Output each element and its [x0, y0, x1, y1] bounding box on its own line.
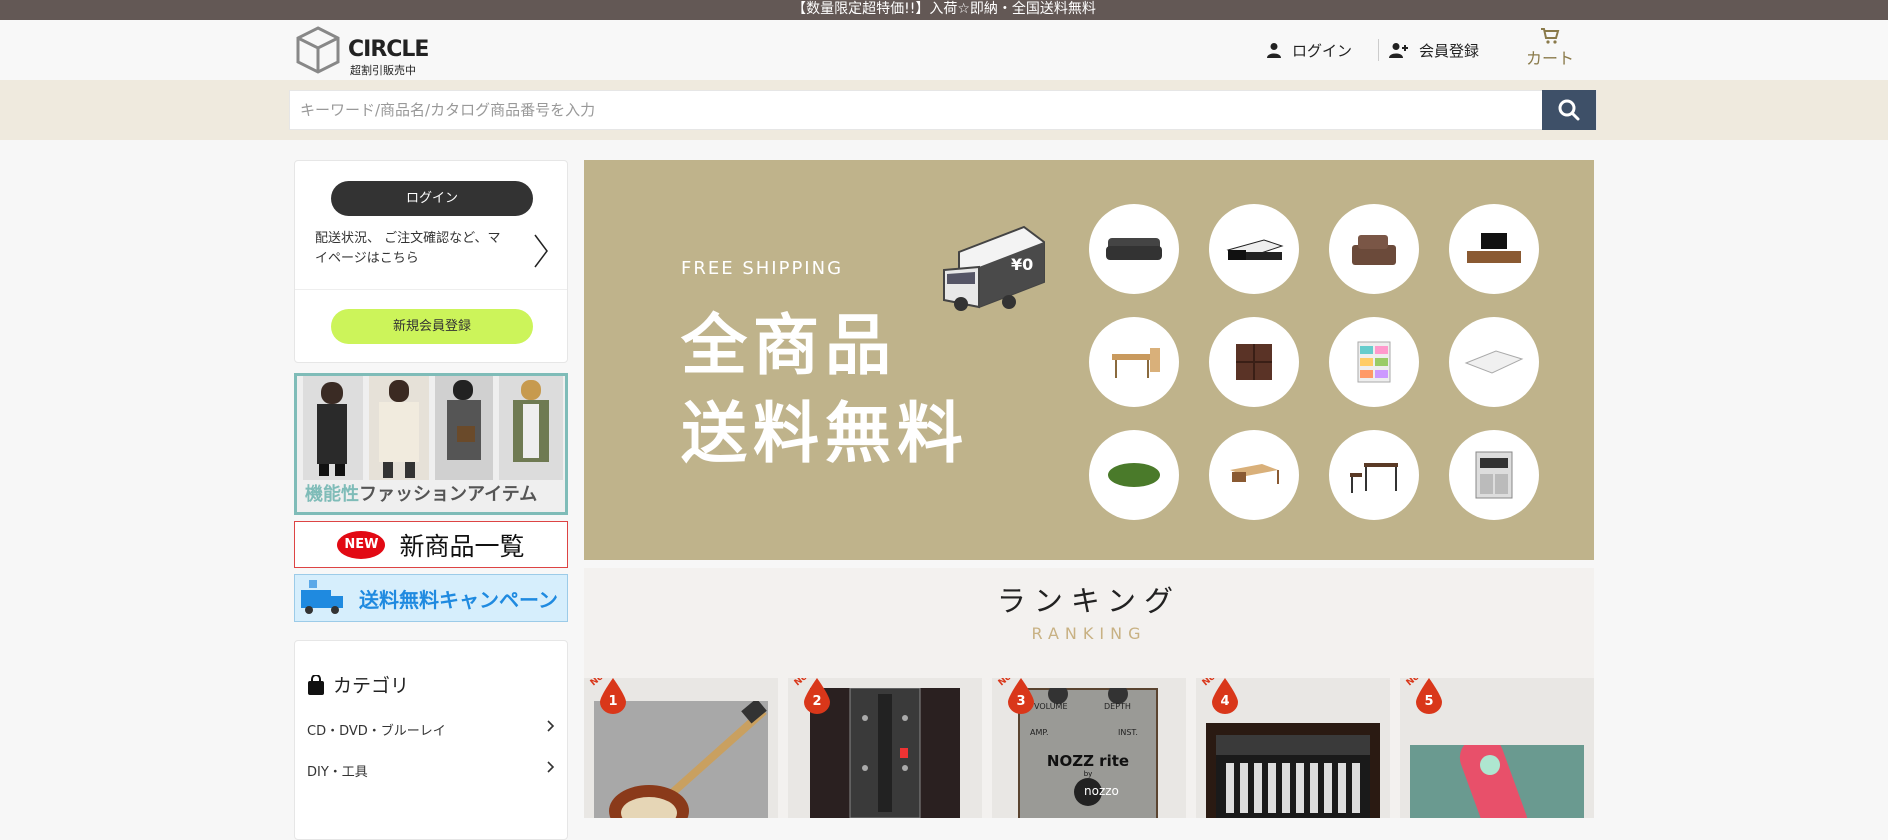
free-shipping-banner[interactable]: 送料無料キャンペーン — [294, 574, 568, 622]
ranking-card[interactable]: No. 2 — [788, 678, 982, 818]
pedal-name: NOZZ rite — [1046, 752, 1130, 770]
cart-icon — [1541, 28, 1560, 44]
ranking-subtitle: RANKING — [1031, 624, 1147, 643]
product-circle-sofa[interactable] — [1089, 204, 1179, 294]
pedal-label-depth: DEPTH — [1104, 702, 1131, 711]
cart-link[interactable]: カート — [1522, 28, 1578, 69]
low-table-image — [1230, 464, 1279, 484]
search-icon — [1558, 99, 1580, 121]
pedal-by: by — [1083, 770, 1093, 778]
cube-shelf-image — [1236, 344, 1272, 380]
hero-banner[interactable]: FREE SHIPPING 全商品 送料無料 ¥0 — [584, 160, 1594, 560]
search-form — [289, 90, 1597, 130]
ranking-card[interactable]: No. 4 — [1196, 678, 1390, 818]
logo-brand: CIRCLE — [348, 37, 429, 62]
announcement-bar: 【数量限定超特価!!】入荷☆即納・全国送料無料 — [0, 0, 1888, 20]
divider — [295, 289, 567, 290]
tv-stand-image — [1467, 233, 1521, 263]
user-plus-icon — [1389, 43, 1408, 58]
category-heading: カテゴリ — [307, 671, 555, 698]
rug-image — [1108, 463, 1160, 487]
rank-badge: No. 5 — [1405, 678, 1442, 726]
product-circle-cushion-set[interactable] — [1329, 204, 1419, 294]
category-item[interactable]: CD・DVD・ブルーレイ — [307, 720, 555, 739]
fashion-banner[interactable]: 機能性ファッションアイテム — [294, 373, 568, 515]
desk-set-image — [1350, 463, 1398, 493]
rank-badge: No. 3 — [997, 678, 1034, 726]
product-circle-tv-stand[interactable] — [1449, 204, 1539, 294]
fashion-photo-4 — [513, 380, 549, 462]
new-products-text: 新商品一覧 — [399, 531, 525, 561]
header-register-label: 会員登録 — [1419, 41, 1480, 60]
pedal-label-volume: VOLUME — [1034, 702, 1068, 711]
fashion-photo-3 — [447, 380, 481, 460]
rank-badge: No. 4 — [1201, 678, 1238, 726]
truck-sign: ¥0 — [1011, 255, 1033, 274]
hero-headline: 全商品 送料無料 — [681, 307, 969, 472]
kitchen-cabinet-image — [1475, 451, 1513, 499]
ranking-title: ランキング — [996, 584, 1182, 618]
ranking-card[interactable]: No. 1 — [584, 678, 778, 818]
color-drawer-image — [1357, 341, 1391, 383]
site-logo[interactable]: CIRCLE 超割引販売中 — [294, 26, 454, 77]
logo-tagline: 超割引販売中 — [350, 64, 416, 77]
header-login-label: ログイン — [1292, 41, 1353, 60]
new-badge: NEW — [337, 530, 386, 559]
category-item[interactable]: DIY・工具 — [307, 761, 555, 780]
mypage-link-text[interactable]: 配送状況、 ご注文確認など、マイページはこちら — [315, 229, 505, 269]
product-circle-bed[interactable] — [1209, 204, 1299, 294]
rank-badge: No. 1 — [589, 678, 626, 726]
delivery-truck-icon — [301, 580, 343, 614]
bed-image — [1226, 239, 1284, 260]
fashion-photo-1 — [317, 382, 347, 476]
sidebar: ログイン 配送状況、 ご注文確認など、マイページはこちら 新規会員登録 機能性フ… — [294, 160, 568, 840]
login-card: ログイン 配送状況、 ご注文確認など、マイページはこちら 新規会員登録 — [294, 160, 568, 363]
effects-pedal-image: VOLUME DEPTH AMP. INST. NOZZ rite by noz… — [1018, 688, 1158, 818]
free-shipping-text: 送料無料キャンペーン — [359, 587, 558, 612]
site-header: CIRCLE 超割引販売中 ログイン 会員登録 カート — [0, 20, 1888, 80]
header-register-link[interactable]: 会員登録 — [1378, 39, 1479, 61]
pedal-board-image — [810, 687, 960, 818]
cart-label: カート — [1525, 49, 1574, 68]
search-band — [0, 80, 1888, 140]
skateboard-image — [1410, 736, 1584, 818]
product-circle-low-table[interactable] — [1209, 430, 1299, 520]
product-circle-rug[interactable] — [1089, 430, 1179, 520]
pedal-brand: nozzo — [1084, 784, 1119, 798]
ranking-card[interactable]: VOLUME DEPTH AMP. INST. NOZZ rite by noz… — [992, 678, 1186, 818]
hero-kicker: FREE SHIPPING — [681, 258, 844, 279]
product-circle-desk-set[interactable] — [1329, 430, 1419, 520]
sidebar-login-button[interactable]: ログイン — [331, 181, 533, 216]
product-circle-mattress[interactable] — [1449, 317, 1539, 407]
pedal-label-amp: AMP. — [1030, 728, 1049, 737]
fashion-photo-2 — [379, 380, 419, 478]
mattress-image — [1464, 350, 1524, 374]
product-circle-kitchen-cabinet[interactable] — [1449, 430, 1539, 520]
pedal-label-inst: INST. — [1118, 728, 1138, 737]
accordion-image — [1206, 723, 1380, 818]
sidebar-register-button[interactable]: 新規会員登録 — [331, 309, 533, 344]
header-login-link[interactable]: ログイン — [1266, 20, 1352, 80]
chevron-right-icon — [547, 761, 555, 773]
ranking-section: ランキング RANKING No. 1 No. 2 VOLUME DEPTH A… — [584, 568, 1594, 818]
search-button[interactable] — [1542, 90, 1596, 130]
product-circle-dining-set[interactable] — [1089, 317, 1179, 407]
chevron-right-icon[interactable] — [533, 233, 549, 269]
product-circle-cube-shelf[interactable] — [1209, 317, 1299, 407]
dining-set-image — [1112, 348, 1160, 378]
shopping-bag-icon — [308, 674, 324, 695]
ranking-card[interactable]: No. 5 — [1400, 678, 1594, 818]
rank-badge: No. 2 — [793, 678, 830, 726]
search-input[interactable] — [290, 91, 1544, 129]
user-icon — [1267, 43, 1281, 58]
delivery-van-illustration: ¥0 — [943, 225, 1045, 311]
new-products-banner[interactable]: NEW 新商品一覧 — [294, 521, 568, 568]
sofa-image — [1106, 238, 1162, 260]
product-circle-color-drawer[interactable] — [1329, 317, 1419, 407]
fashion-banner-text: 機能性ファッションアイテム — [305, 484, 538, 505]
cushion-image — [1352, 235, 1396, 265]
category-card: カテゴリ CD・DVD・ブルーレイ DIY・工具 — [294, 640, 568, 840]
chevron-right-icon — [547, 720, 555, 732]
cube-logo-icon — [296, 26, 340, 74]
